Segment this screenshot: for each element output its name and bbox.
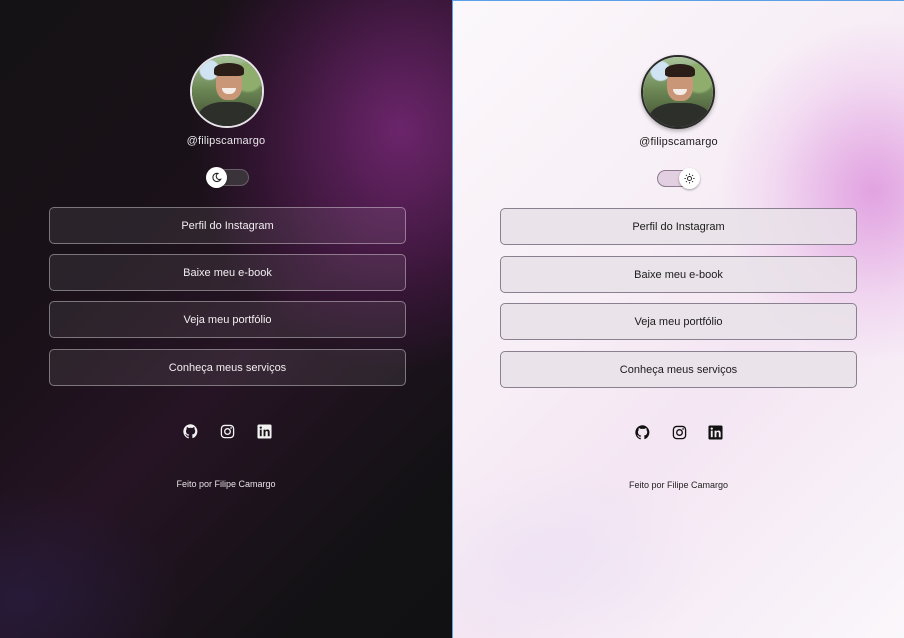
link-button-instagram[interactable]: Perfil do Instagram: [49, 207, 406, 244]
instagram-icon[interactable]: [219, 423, 235, 439]
footer-credit: Feito por Filipe Camargo: [176, 479, 276, 489]
theme-toggle[interactable]: [206, 167, 249, 188]
linkedin-icon[interactable]: [256, 423, 272, 439]
profile-handle: @filipscamargo: [639, 136, 718, 148]
avatar: [641, 55, 715, 129]
sun-icon: [679, 168, 700, 189]
link-button-portfolio[interactable]: Veja meu portfólio: [500, 303, 857, 340]
github-icon[interactable]: [182, 423, 198, 439]
avatar: [190, 54, 264, 128]
footer-credit: Feito por Filipe Camargo: [628, 480, 729, 490]
light-theme-preview: @filipscamargo Perfil do Instagram Baixe…: [453, 0, 904, 638]
link-button-services[interactable]: Conheça meus serviços: [49, 349, 406, 386]
instagram-icon[interactable]: [671, 424, 687, 440]
github-icon[interactable]: [634, 424, 650, 440]
dark-theme-preview: @filipscamargo Perfil do Instagram Baixe…: [0, 0, 452, 638]
link-button-ebook[interactable]: Baixe meu e-book: [49, 254, 406, 291]
theme-toggle[interactable]: [657, 168, 700, 189]
moon-icon: [206, 167, 227, 188]
link-button-portfolio[interactable]: Veja meu portfólio: [49, 301, 406, 338]
link-button-services[interactable]: Conheça meus serviços: [500, 351, 857, 388]
linkedin-icon[interactable]: [707, 424, 723, 440]
link-button-ebook[interactable]: Baixe meu e-book: [500, 256, 857, 293]
profile-handle: @filipscamargo: [186, 135, 266, 147]
link-button-instagram[interactable]: Perfil do Instagram: [500, 208, 857, 245]
